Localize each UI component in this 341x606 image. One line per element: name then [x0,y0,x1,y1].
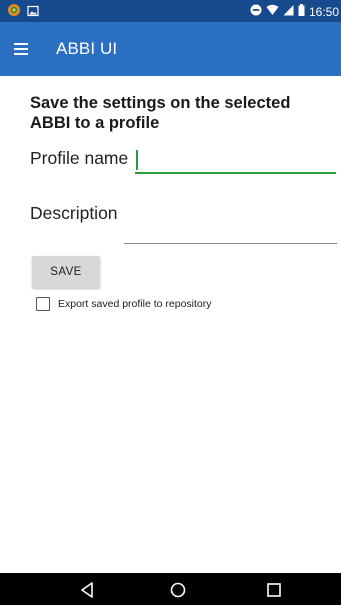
text-cursor [136,150,138,170]
app-title: ABBI UI [56,39,118,58]
app-bar: ABBI UI [0,22,341,76]
do-not-disturb-icon [250,3,262,21]
wifi-icon [266,3,279,21]
app-notification-icon [7,3,21,22]
status-bar: 16:50 [0,0,341,22]
export-checkbox[interactable] [36,297,50,311]
image-notification-icon [27,4,39,22]
description-input[interactable] [124,219,337,244]
battery-icon [298,3,305,21]
export-checkbox-label[interactable]: Export saved profile to repository [58,298,212,310]
status-bar-right-icons: 16:50 [250,3,339,21]
home-icon[interactable] [167,579,189,601]
description-label: Description [30,203,118,223]
page-heading: Save the settings on the selected ABBI t… [30,94,291,132]
back-icon[interactable] [77,579,99,601]
menu-icon[interactable] [12,38,34,60]
export-option[interactable]: Export saved profile to repository [36,297,212,311]
profile-name-label: Profile name [30,148,129,168]
status-bar-left-icons [7,3,39,22]
signal-icon [283,3,294,21]
navigation-bar [0,573,341,605]
status-bar-time: 16:50 [308,5,339,19]
recents-icon[interactable] [263,579,285,601]
profile-name-input[interactable] [135,146,336,174]
save-button[interactable]: SAVE [32,256,100,288]
